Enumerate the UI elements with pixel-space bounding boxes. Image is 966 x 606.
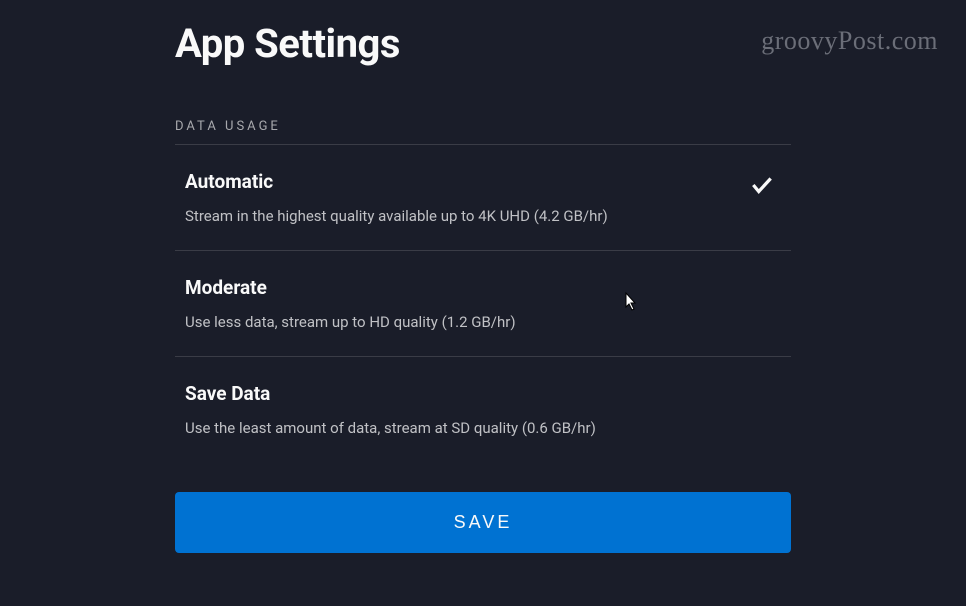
- settings-container: App Settings DATA USAGE Automatic Stream…: [0, 0, 966, 583]
- option-content: Moderate Use less data, stream up to HD …: [185, 276, 781, 331]
- save-button[interactable]: SAVE: [175, 492, 791, 553]
- section-label-data-usage: DATA USAGE: [175, 119, 791, 145]
- option-title: Save Data: [185, 382, 781, 405]
- page-title: App Settings: [175, 20, 791, 67]
- option-description: Use the least amount of data, stream at …: [185, 419, 781, 437]
- option-content: Save Data Use the least amount of data, …: [185, 382, 781, 437]
- option-title: Moderate: [185, 276, 781, 299]
- option-moderate[interactable]: Moderate Use less data, stream up to HD …: [175, 251, 791, 357]
- option-description: Stream in the highest quality available …: [185, 207, 749, 225]
- option-description: Use less data, stream up to HD quality (…: [185, 313, 781, 331]
- watermark-text: groovyPost.com: [761, 26, 938, 56]
- option-title: Automatic: [185, 170, 749, 193]
- check-icon: [749, 172, 775, 202]
- option-save-data[interactable]: Save Data Use the least amount of data, …: [175, 357, 791, 462]
- option-content: Automatic Stream in the highest quality …: [185, 170, 749, 225]
- option-automatic[interactable]: Automatic Stream in the highest quality …: [175, 145, 791, 251]
